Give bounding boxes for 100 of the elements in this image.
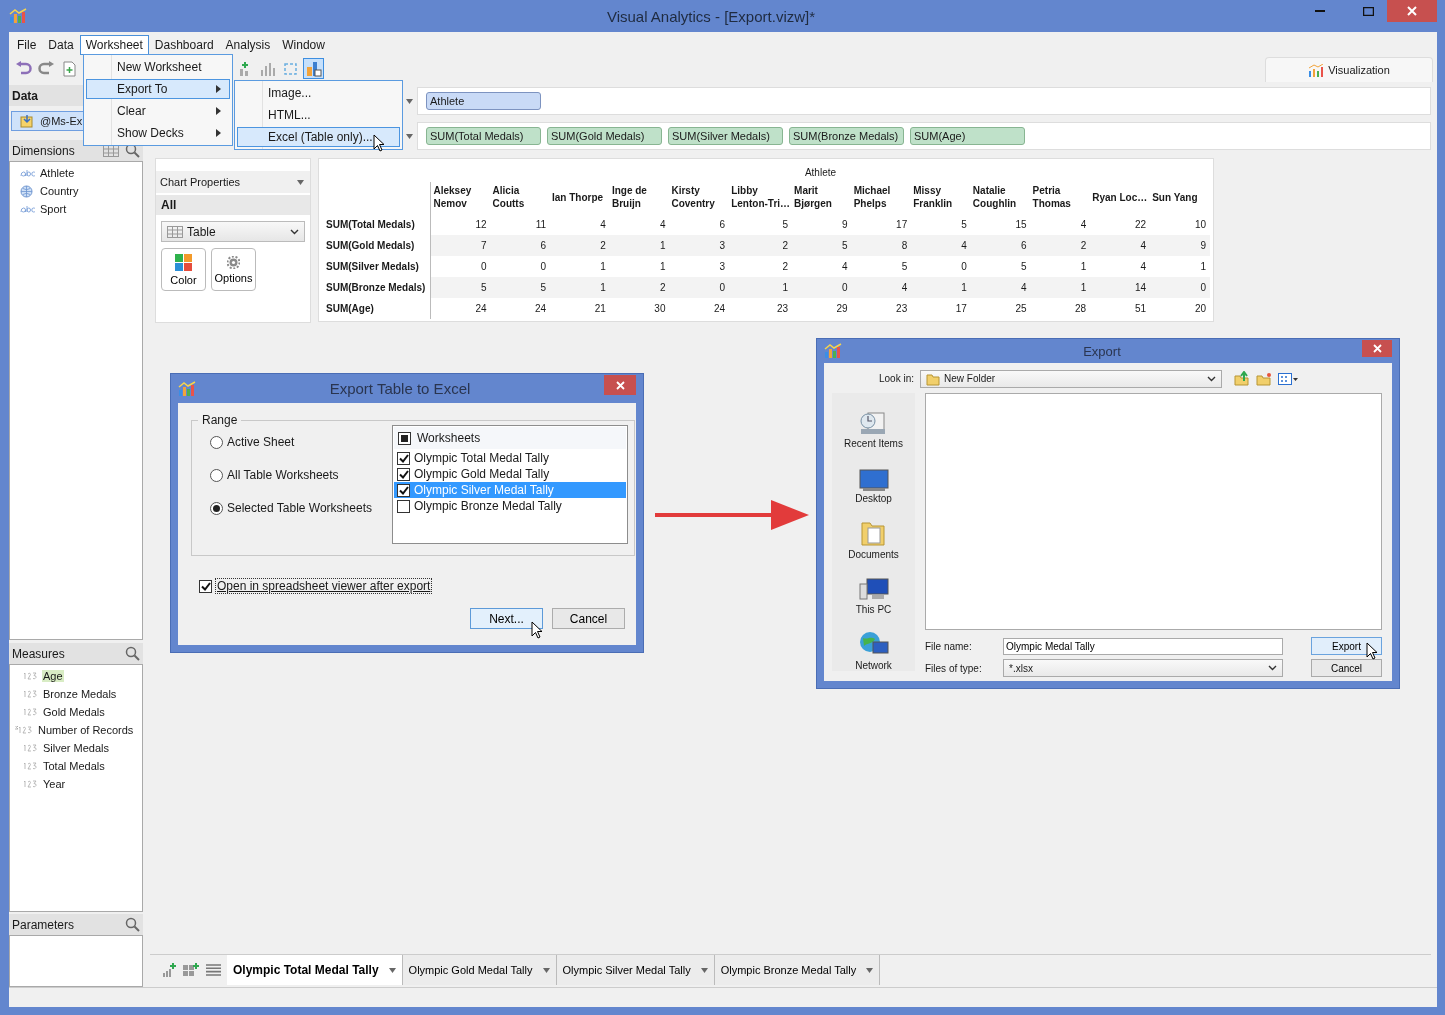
menu-item[interactable]: Dashboard	[148, 35, 220, 55]
table-cell: 4	[970, 277, 1031, 298]
checkbox-label[interactable]: Open in spreadsheet viewer after export	[215, 578, 433, 594]
field-item[interactable]: Country	[10, 182, 142, 200]
radio-option[interactable]: Selected Table Worksheets	[210, 499, 378, 517]
list-item[interactable]: Olympic Gold Medal Tally	[394, 466, 626, 482]
radio-option[interactable]: Active Sheet	[210, 433, 378, 451]
radio-button[interactable]	[210, 435, 223, 449]
field-item[interactable]: Age	[10, 667, 142, 685]
options-button[interactable]: Options	[211, 248, 256, 291]
visualization-tab[interactable]: Visualization	[1265, 57, 1433, 82]
measure-pill[interactable]: SUM(Bronze Medals)	[789, 127, 904, 145]
checkbox[interactable]	[397, 499, 410, 513]
menu-item[interactable]: HTML...	[237, 105, 400, 125]
next-button[interactable]: Next...	[470, 608, 543, 629]
radio-button[interactable]	[210, 501, 223, 515]
panel-title: Chart Properties	[160, 176, 241, 188]
field-item[interactable]: Bronze Medals	[10, 685, 142, 703]
field-item[interactable]: Number of Records	[10, 721, 142, 739]
radio-button[interactable]	[210, 468, 223, 482]
caret-icon[interactable]	[406, 98, 413, 104]
checkbox[interactable]	[397, 467, 410, 481]
chart-type-dropdown[interactable]: Table	[161, 221, 305, 242]
list-icon[interactable]	[206, 964, 221, 976]
place-item[interactable]: Desktop	[855, 458, 892, 505]
place-item[interactable]: This PC	[855, 569, 892, 616]
sheet-tab[interactable]: Olympic Total Medal Tally	[227, 955, 403, 985]
table-cell: 9	[1150, 235, 1210, 256]
table-icon[interactable]	[103, 144, 119, 157]
radio-option[interactable]: All Table Worksheets	[210, 466, 378, 484]
dialog-title: Export	[1082, 343, 1122, 359]
color-grid-icon	[175, 253, 192, 271]
search-icon[interactable]	[125, 917, 140, 932]
chart-button[interactable]	[303, 58, 324, 79]
sheet-tab[interactable]: Olympic Bronze Medal Tally	[714, 955, 881, 985]
checkbox[interactable]	[199, 579, 212, 593]
caret-icon[interactable]	[700, 967, 708, 973]
sheet-tab[interactable]: Olympic Gold Medal Tally	[402, 955, 557, 985]
file-type-dropdown[interactable]: *.xlsx	[1003, 659, 1283, 677]
folder-up-icon[interactable]	[1234, 371, 1251, 386]
measure-pill[interactable]: SUM(Age)	[910, 127, 1025, 145]
field-item[interactable]: Silver Medals	[10, 739, 142, 757]
checkbox[interactable]	[398, 431, 411, 445]
file-name-field[interactable]: Olympic Medal Tally	[1003, 637, 1283, 655]
search-icon[interactable]	[125, 646, 140, 661]
field-item[interactable]: Year	[10, 775, 142, 793]
menu-item[interactable]: Excel (Table only)...	[237, 127, 400, 147]
field-item[interactable]: Sport	[10, 200, 142, 218]
caret-icon[interactable]	[388, 967, 396, 973]
list-item[interactable]: Olympic Total Medal Tally	[394, 450, 626, 466]
column-header: Aleksey Nemov	[430, 182, 491, 214]
new-folder-icon[interactable]	[1256, 371, 1273, 386]
place-item[interactable]: Recent Items	[844, 403, 903, 449]
menu-item[interactable]: File	[11, 35, 43, 55]
text-type-icon	[20, 169, 36, 177]
checkbox[interactable]	[397, 451, 410, 465]
field-item[interactable]: Gold Medals	[10, 703, 142, 721]
add-chart-icon[interactable]	[162, 962, 176, 978]
table-cell: 1	[609, 256, 670, 277]
measure-pill[interactable]: SUM(Total Medals)	[426, 127, 541, 145]
place-item[interactable]: Documents	[848, 514, 899, 560]
list-item[interactable]: Olympic Bronze Medal Tally	[394, 498, 626, 514]
field-item[interactable]: Total Medals	[10, 757, 142, 775]
close-button[interactable]	[1387, 0, 1437, 22]
menu-item[interactable]: Data	[42, 35, 80, 55]
dimension-pill[interactable]: Athlete	[426, 92, 541, 110]
look-in-dropdown[interactable]: New Folder	[920, 369, 1223, 388]
menu-item[interactable]: Analysis	[219, 35, 277, 55]
export-button[interactable]: Export	[1311, 637, 1382, 655]
menu-item[interactable]: Worksheet	[79, 35, 149, 55]
color-button[interactable]: Color	[161, 248, 206, 291]
caret-icon[interactable]	[866, 967, 874, 973]
caret-icon[interactable]	[406, 133, 413, 139]
cancel-button[interactable]: Cancel	[552, 608, 625, 629]
view-menu-icon[interactable]	[1278, 372, 1299, 385]
menu-item[interactable]: Window	[276, 35, 331, 55]
chevron-icon[interactable]	[1268, 665, 1277, 671]
cancel-button[interactable]: Cancel	[1311, 659, 1382, 677]
menu-item[interactable]: Image...	[237, 83, 400, 103]
chevron-icon[interactable]	[290, 228, 299, 235]
add-dashboard-icon[interactable]	[182, 962, 200, 978]
field-label: Files of type:	[925, 662, 983, 674]
close-button[interactable]	[1362, 340, 1392, 357]
close-button[interactable]	[604, 375, 636, 395]
chevron-icon[interactable]	[1207, 375, 1217, 382]
caret-icon[interactable]	[297, 179, 304, 185]
search-icon[interactable]	[125, 143, 140, 158]
sheet-tab[interactable]: Olympic Silver Medal Tally	[556, 955, 715, 985]
menu-item[interactable]: Export To	[86, 79, 230, 99]
measure-pill[interactable]: SUM(Gold Medals)	[547, 127, 662, 145]
field-item[interactable]: Athlete	[10, 164, 142, 182]
menu-item[interactable]: New Worksheet	[86, 57, 230, 77]
text-type-icon	[20, 205, 36, 213]
redo-icon	[38, 61, 55, 76]
minimize-icon	[1315, 10, 1325, 12]
place-item[interactable]: Network	[855, 625, 892, 671]
caret-icon[interactable]	[542, 967, 550, 973]
measure-pill[interactable]: SUM(Silver Medals)	[668, 127, 783, 145]
undo-icon	[15, 61, 32, 76]
checkbox[interactable]	[397, 483, 410, 497]
